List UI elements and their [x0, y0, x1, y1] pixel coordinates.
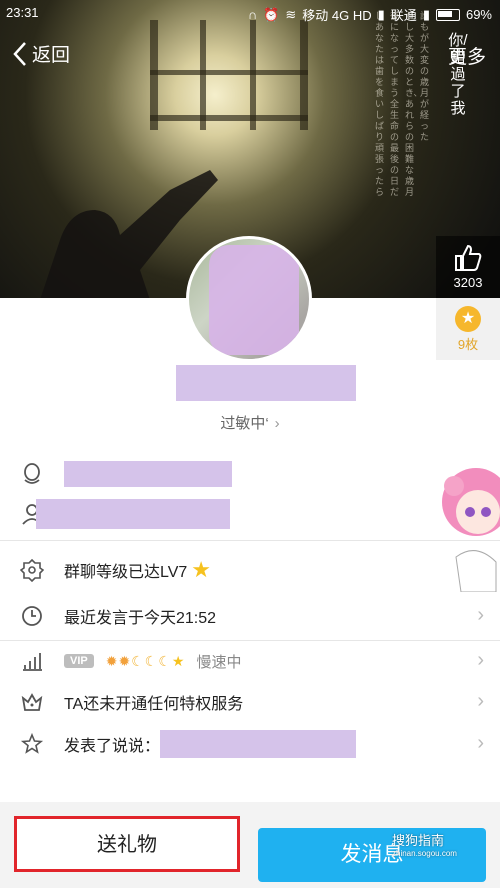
- sogou-watermark: 搜狗指南 zhinan.sogou.com: [392, 830, 457, 858]
- wifi-icon: ≋: [285, 6, 297, 22]
- chevron-right-icon: ›: [274, 415, 280, 432]
- status-time: 23:31: [6, 5, 39, 20]
- moon-icon: ☾: [131, 652, 144, 669]
- like-button[interactable]: 3203: [436, 236, 500, 298]
- group-level-text: 群聊等级已达LV7: [64, 564, 188, 581]
- top-nav: 返回 更多: [0, 36, 500, 76]
- back-label: 返回: [32, 45, 71, 66]
- moon-icon: ☾: [158, 652, 171, 669]
- back-button[interactable]: 返回: [12, 40, 70, 67]
- posted-label: 发表了说说：: [64, 738, 161, 755]
- qq-number-row: [0, 452, 500, 496]
- chevron-right-icon: ›: [477, 604, 484, 626]
- medal-button[interactable]: ★ 9枚: [436, 298, 500, 360]
- signature-status[interactable]: 过敏中‘ ›: [0, 412, 500, 433]
- chevron-right-icon: ›: [477, 649, 484, 671]
- send-gift-button[interactable]: 送礼物: [14, 816, 240, 872]
- nickname-redaction: [176, 365, 356, 401]
- personal-info-redaction: [36, 499, 230, 529]
- headphone-icon: ∩: [247, 7, 258, 22]
- chevron-left-icon: [13, 41, 26, 66]
- cover-poem-line-1: 誰もが大変の歳月が経った: [420, 12, 430, 143]
- chevron-right-icon: ›: [477, 690, 484, 712]
- medal-star-icon: ★: [455, 306, 481, 332]
- personal-info-row: [0, 492, 500, 536]
- crown-icon: [18, 688, 46, 716]
- sun-icon: ✹: [105, 652, 118, 669]
- carrier-2: 联通: [390, 8, 417, 23]
- cover-vertical-text: 你/錯過了我: [448, 32, 468, 117]
- star-icon: ★: [171, 652, 185, 669]
- signal-icon-2: ▮: [422, 6, 430, 22]
- qq-number-redaction: [64, 461, 232, 487]
- moon-icon: ☾: [144, 652, 158, 669]
- posts-row[interactable]: 发表了说说： ›: [0, 722, 500, 766]
- last-speak-text: 最近发言于今天21:52: [64, 610, 217, 627]
- like-count: 3203: [453, 275, 483, 290]
- star-icon: ★: [191, 557, 212, 582]
- signature-text: 过敏中‘: [220, 415, 269, 432]
- sun-icon: ✹: [118, 652, 131, 669]
- status-bar: 23:31 ∩ ⏰ ≋ 移动 4G HD ▮ 联通 ▮ 69%: [0, 0, 500, 28]
- speed-status: 慢速中: [196, 653, 242, 671]
- watermark-url: zhinan.sogou.com: [392, 849, 457, 858]
- avatar[interactable]: [186, 236, 312, 362]
- star-person-icon: [18, 730, 46, 758]
- privilege-row[interactable]: TA还未开通任何特权服务 ›: [0, 680, 500, 724]
- gear-badge-icon: [18, 556, 46, 584]
- signal-icon: ▮: [377, 6, 385, 22]
- anime-sticker: [442, 468, 500, 592]
- medal-count: 9枚: [457, 337, 479, 352]
- alarm-icon: ⏰: [263, 6, 280, 22]
- bar-chart-icon: [18, 647, 46, 675]
- chevron-right-icon: ›: [477, 732, 484, 754]
- clock-icon: [18, 602, 46, 630]
- vip-badge: VIP: [64, 654, 94, 668]
- carrier-1: 移动 4G HD: [302, 8, 372, 23]
- privilege-text: TA还未开通任何特权服务: [64, 696, 244, 713]
- battery-percent: 69%: [465, 7, 492, 22]
- penguin-icon: [18, 460, 46, 488]
- avatar-redaction: [209, 245, 299, 355]
- watermark-title: 搜狗指南: [392, 833, 445, 848]
- group-level-row[interactable]: 群聊等级已达LV7 ★ ›: [0, 548, 500, 592]
- thumbs-up-icon: [455, 244, 482, 271]
- vip-row[interactable]: VIP ✹ ✹ ☾ ☾ ☾ ★ 慢速中 ›: [0, 639, 500, 683]
- battery-icon: [435, 8, 460, 21]
- post-content-redaction: [160, 730, 357, 758]
- last-speak-row[interactable]: 最近发言于今天21:52 ›: [0, 594, 500, 638]
- divider: [0, 540, 500, 541]
